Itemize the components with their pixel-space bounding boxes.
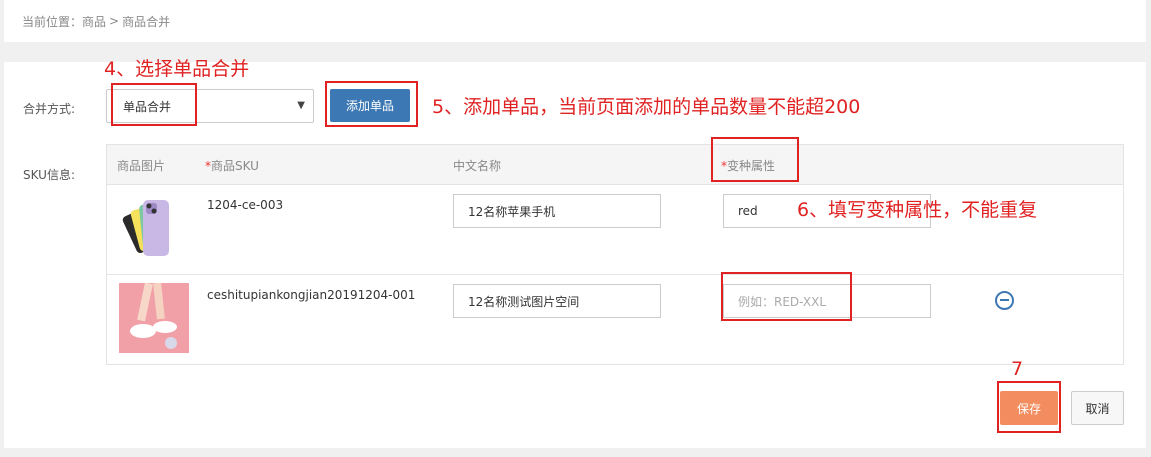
sku-code: 1204-ce-003 [207,198,284,212]
annotation-step6: 6、填写变种属性，不能重复 [797,199,1038,221]
breadcrumb: 当前位置： 商品 > 商品合并 [4,0,1146,42]
dropdown-arrow-icon: ▼ [297,100,305,111]
cancel-button[interactable]: 取消 [1071,391,1124,425]
cn-name-input[interactable]: 12名称测试图片空间 [453,284,661,318]
sku-code: ceshitupiankongjian20191204-001 [207,288,416,302]
annotation-box-merge [111,83,197,126]
annotation-box-save [997,381,1061,433]
annotation-box-variant-header [711,137,799,182]
table-row: ceshitupiankongjian20191204-001 12名称测试图片… [107,275,1123,365]
annotation-box-add [325,81,418,127]
annotation-box-variant-input [721,272,852,321]
table-header: 商品图片 *商品SKU 中文名称 *变种属性 [107,145,1123,185]
sku-table: 商品图片 *商品SKU 中文名称 *变种属性 1204-ce-003 12名称苹… [106,144,1124,365]
sneaker-product-image [119,283,189,353]
breadcrumb-prefix: 当前位置： [22,14,83,29]
breadcrumb-separator: > [109,14,120,28]
cn-name-input[interactable]: 12名称苹果手机 [453,194,661,228]
sku-info-label: SKU信息: [23,168,75,182]
annotation-step4: 4、选择单品合并 [104,58,250,80]
col-header-image: 商品图片 [117,159,166,173]
annotation-step7: 7 [1011,358,1024,380]
breadcrumb-item-goods[interactable]: 商品 [82,13,106,30]
merge-method-label: 合并方式: [23,102,76,116]
iphone-product-image [119,194,189,264]
annotation-step5: 5、添加单品，当前页面添加的单品数量不能超200 [432,96,861,118]
remove-row-icon[interactable] [995,291,1014,310]
col-header-cn-name: 中文名称 [453,159,502,173]
col-header-sku: *商品SKU [205,159,259,173]
breadcrumb-item-merge: 商品合并 [122,14,171,29]
